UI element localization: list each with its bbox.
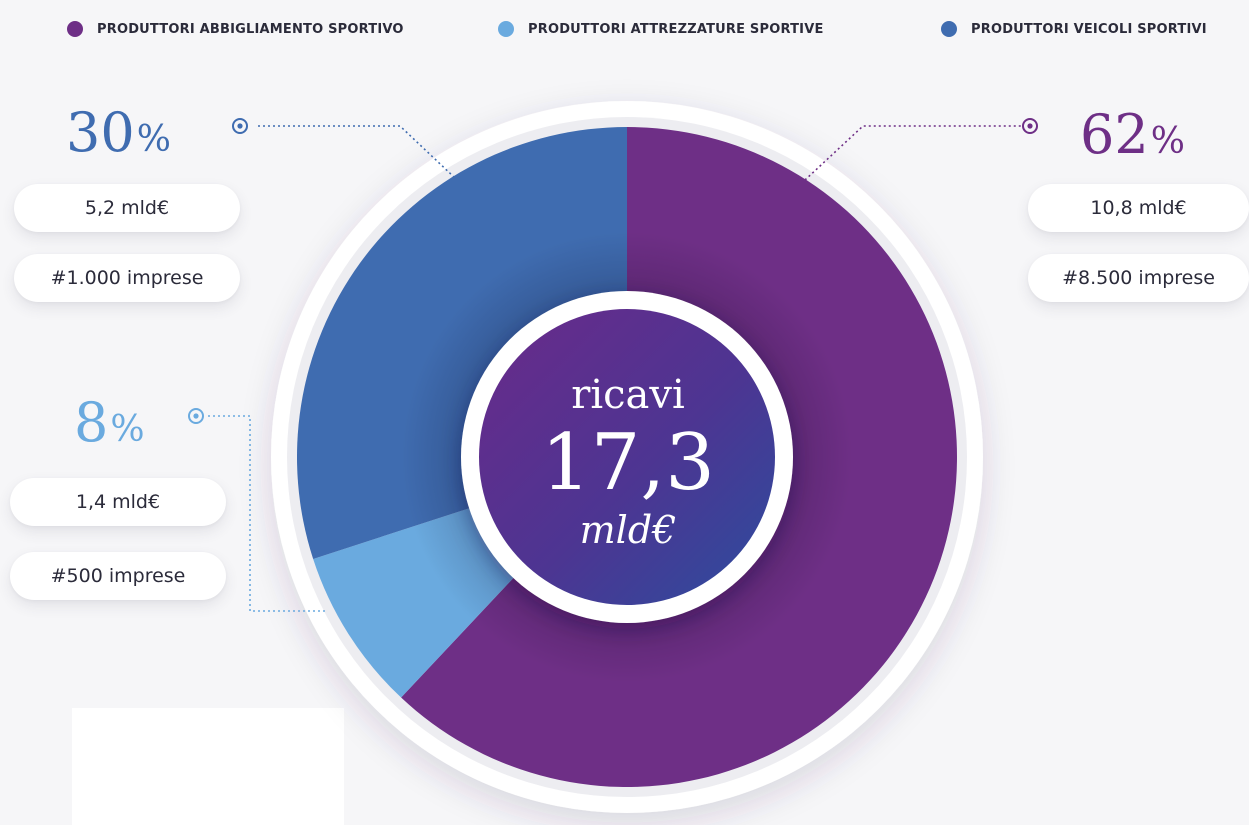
percent-label-veicoli: 30 %: [66, 106, 171, 160]
center-unit: mld€: [579, 508, 677, 552]
center-label: ricavi: [571, 372, 685, 418]
marker-dot-attrezzature: [193, 413, 199, 419]
revenue-pill-attrezzature: 1,4 mld€: [10, 478, 226, 526]
revenue-pill-abbigliamento: 10,8 mld€: [1028, 184, 1249, 232]
percent-symbol-attrezzature: %: [110, 409, 145, 450]
percent-symbol-abbigliamento: %: [1150, 121, 1185, 162]
marker-dot-veicoli: [237, 123, 243, 129]
companies-pill-veicoli: #1.000 imprese: [14, 254, 240, 302]
percent-value-abbigliamento: 62: [1080, 103, 1149, 166]
percent-label-abbigliamento: 62 %: [1080, 108, 1185, 162]
percent-value-attrezzature: 8: [74, 391, 109, 454]
percent-symbol-veicoli: %: [136, 119, 171, 160]
revenue-pill-veicoli: 5,2 mld€: [14, 184, 240, 232]
percent-value-veicoli: 30: [66, 101, 135, 164]
companies-pill-abbigliamento: #8.500 imprese: [1028, 254, 1249, 302]
companies-pill-attrezzature: #500 imprese: [10, 552, 226, 600]
percent-label-attrezzature: 8 %: [74, 396, 145, 450]
center-value: 17,3: [541, 418, 715, 508]
marker-dot-abbigliamento: [1027, 123, 1033, 129]
